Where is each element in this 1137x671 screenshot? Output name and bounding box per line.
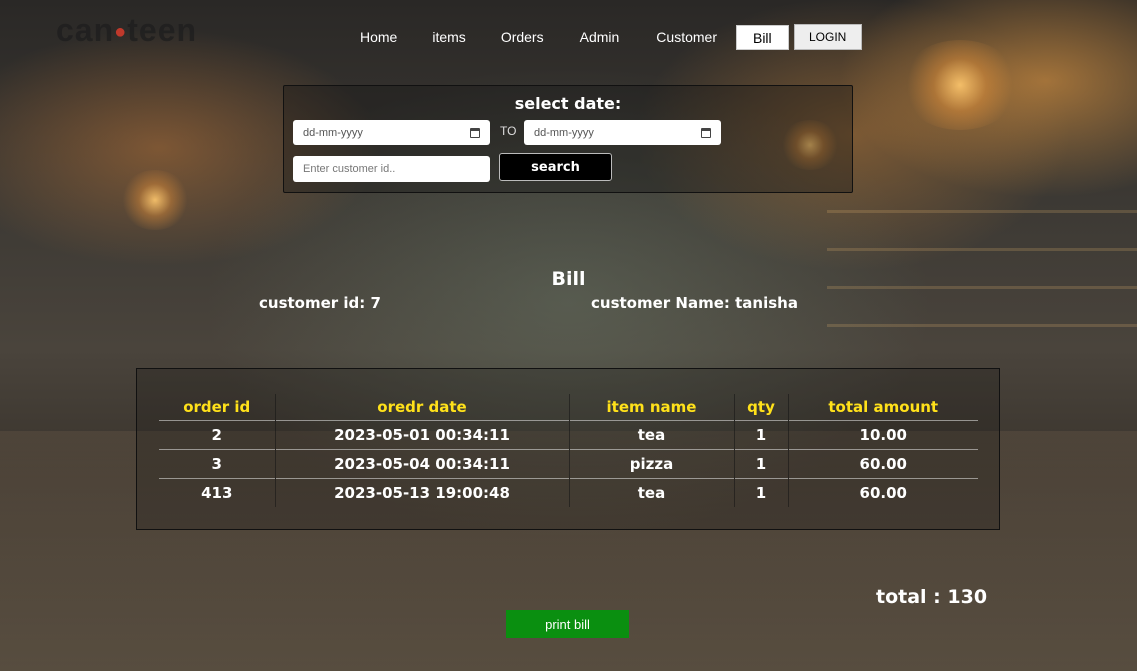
cell-qty: 1 <box>733 477 788 507</box>
header-qty: qty <box>733 394 788 420</box>
cell-order-id: 3 <box>159 448 275 478</box>
bill-table: order id oredr date item name qty total … <box>159 394 978 507</box>
customer-name-label: customer Name: tanisha <box>591 294 798 312</box>
nav-admin[interactable]: Admin <box>580 25 620 49</box>
login-button[interactable]: LOGIN <box>793 24 862 50</box>
cell-order-id: 2 <box>159 419 275 449</box>
calendar-icon[interactable] <box>470 127 480 138</box>
cell-total-amount: 60.00 <box>787 448 978 478</box>
table-header-row: order id oredr date item name qty total … <box>159 394 978 420</box>
cell-item-name: pizza <box>568 448 734 478</box>
header-order-date: oredr date <box>274 394 569 420</box>
logo-dot-icon: ● <box>114 21 128 44</box>
logo-text-part-2: teen <box>127 12 198 48</box>
nav-bill-button[interactable]: Bill <box>735 24 789 50</box>
calendar-icon[interactable] <box>701 127 711 138</box>
cell-order-date: 2023-05-04 00:34:11 <box>274 448 569 478</box>
table-row: 413 2023-05-13 19:00:48 tea 1 60.00 <box>159 477 978 507</box>
table-row: 3 2023-05-04 00:34:11 pizza 1 60.00 <box>159 448 978 478</box>
cell-total-amount: 60.00 <box>787 477 978 507</box>
background-lamp <box>120 170 190 230</box>
cell-order-date: 2023-05-13 19:00:48 <box>274 477 569 507</box>
customer-id-label: customer id: 7 <box>259 294 381 312</box>
cell-total-amount: 10.00 <box>787 419 978 449</box>
to-label: TO <box>500 124 517 138</box>
print-bill-button[interactable]: print bill <box>506 610 629 638</box>
cell-item-name: tea <box>568 477 734 507</box>
bill-total: total : 130 <box>876 586 988 608</box>
from-date-placeholder: dd-mm-yyyy <box>303 126 363 139</box>
header-total-amount: total amount <box>787 394 978 420</box>
header-order-id: order id <box>183 397 251 416</box>
table-row: 2 2023-05-01 00:34:11 tea 1 10.00 <box>159 419 978 449</box>
site-logo[interactable]: can●teen <box>56 12 197 49</box>
cell-order-id: 413 <box>159 477 275 507</box>
logo-text-part-1: can <box>56 12 115 48</box>
cell-order-date: 2023-05-01 00:34:11 <box>274 419 569 449</box>
customer-id-input[interactable]: Enter customer id.. <box>293 156 490 182</box>
search-title: select date: <box>514 94 622 113</box>
header-item-name: item name <box>568 394 734 420</box>
customer-id-placeholder: Enter customer id.. <box>303 163 396 175</box>
nav-orders[interactable]: Orders <box>501 25 544 49</box>
nav-items[interactable]: items <box>432 25 465 49</box>
background-lamp <box>900 40 1020 130</box>
to-date-input[interactable]: dd-mm-yyyy <box>524 120 721 145</box>
cell-item-name: tea <box>568 419 734 449</box>
nav-customer[interactable]: Customer <box>656 25 717 49</box>
nav-home[interactable]: Home <box>360 25 397 49</box>
from-date-input[interactable]: dd-mm-yyyy <box>293 120 490 145</box>
date-search-panel: select date: dd-mm-yyyy TO dd-mm-yyyy En… <box>283 85 853 193</box>
to-date-placeholder: dd-mm-yyyy <box>534 126 594 139</box>
main-nav: Home items Orders Admin Customer Bill LO… <box>346 24 862 50</box>
bill-title: Bill <box>551 268 586 290</box>
cell-qty: 1 <box>733 419 788 449</box>
search-button[interactable]: search <box>499 153 612 181</box>
bill-table-panel: order id oredr date item name qty total … <box>136 368 1000 530</box>
cell-qty: 1 <box>733 448 788 478</box>
